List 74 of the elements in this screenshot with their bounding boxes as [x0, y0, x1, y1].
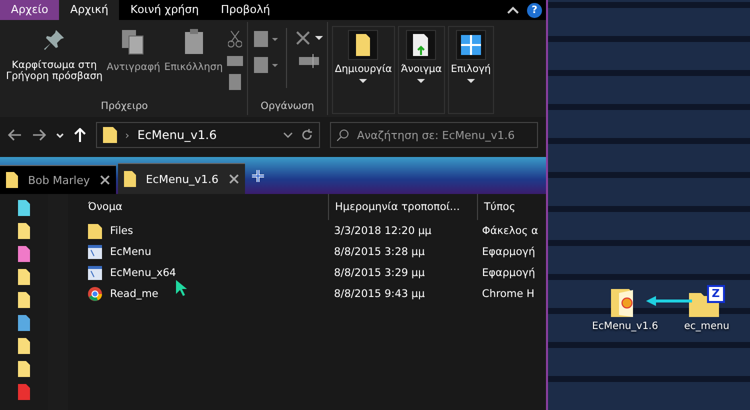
application-icon [88, 266, 102, 280]
dropdown-icon[interactable] [283, 132, 293, 138]
desktop-icon-label: EcMenu_v1.6 [592, 321, 658, 332]
grid-icon [460, 35, 481, 55]
help-button[interactable]: ? [527, 2, 542, 18]
application-icon [88, 244, 102, 258]
column-header[interactable]: Όνομα [84, 194, 329, 220]
forward-icon[interactable] [32, 129, 46, 141]
path-segment[interactable]: EcMenu_v1.6 [137, 128, 217, 142]
caret-icon [417, 79, 426, 83]
table-cell-text: Εφαρμογή [481, 246, 536, 258]
ribbon-tab[interactable]: Προβολή [210, 0, 282, 20]
refresh-icon[interactable] [301, 129, 313, 141]
ribbon-tab[interactable]: Αρχείο [0, 0, 60, 20]
column-header[interactable]: Τύπος [478, 194, 546, 220]
cursor-icon [176, 280, 188, 296]
ribbon-tab[interactable]: Αρχική [59, 0, 120, 20]
paste-button[interactable]: Επικόλληση [164, 28, 223, 101]
document-icon [356, 34, 370, 56]
table-cell-text: 8/8/2015 3:28 μμ [333, 246, 426, 258]
copy-button[interactable]: Αντιγραφή [106, 28, 160, 101]
folder-icon [124, 171, 136, 187]
table-cell-text: Φάκελος α [481, 224, 540, 236]
table-cell-text: 3/3/2018 12:20 μμ [333, 224, 432, 236]
copy-icon [120, 28, 146, 56]
scissors-icon[interactable] [228, 30, 242, 48]
caret-icon [359, 79, 368, 83]
caret-icon [466, 79, 475, 83]
file-name[interactable]: EcMenu_x64 [84, 266, 328, 280]
file-name[interactable]: EcMenu [84, 244, 328, 258]
tab[interactable]: Bob Marley [0, 165, 116, 194]
ribbon-tab[interactable]: Κοινή χρήση [119, 0, 210, 20]
table-cell-text: Chrome H [481, 288, 536, 300]
address-field[interactable]: › EcMenu_v1.6 [96, 122, 320, 148]
close-icon[interactable] [100, 175, 110, 185]
ribbon-button[interactable]: Άνοιγμα [398, 26, 445, 114]
pin-button[interactable]: Καρφίτσωμα στη Γρήγορη πρόσβαση [6, 28, 103, 101]
nav-item-icon[interactable] [18, 292, 30, 308]
ribbon-button[interactable]: Επιλογή [448, 26, 494, 114]
nav-item-icon[interactable] [18, 200, 30, 216]
back-icon[interactable] [8, 129, 22, 141]
nav-item-icon[interactable] [18, 315, 30, 331]
file-name[interactable]: Read_me [84, 286, 328, 300]
nav-item-icon[interactable] [18, 246, 30, 262]
recent-icon[interactable] [56, 132, 64, 138]
path-separator[interactable]: › [125, 128, 130, 142]
browser-icon [88, 286, 102, 300]
folder-icon [6, 172, 18, 188]
search-field[interactable]: Αναζήτηση σε: EcMenu_v1.6 [330, 122, 538, 148]
folder-icon [103, 127, 117, 143]
nav-item-icon[interactable] [18, 338, 30, 354]
new-tab-icon[interactable] [250, 168, 265, 182]
rename-icon[interactable] [298, 54, 319, 68]
up-icon[interactable] [74, 128, 86, 142]
ribbon-button[interactable]: Δημιουργία [332, 26, 395, 114]
nav-item-icon[interactable] [18, 269, 30, 285]
delete-icon[interactable] [294, 30, 323, 46]
collapse-icon[interactable] [507, 6, 519, 14]
search-icon [337, 129, 349, 141]
desktop-icon-label: ec_menu [684, 321, 730, 332]
group-label: Πρόχειρο [100, 101, 148, 114]
close-icon[interactable] [228, 174, 239, 184]
table-cell-text: 8/8/2015 9:43 μμ [333, 288, 426, 300]
nav-item-icon[interactable] [18, 223, 30, 239]
table-cell-text: Εφαρμογή [481, 266, 536, 278]
file-name[interactable]: Files [84, 222, 328, 238]
nav-item-icon[interactable] [18, 361, 30, 377]
group-label: Οργάνωση [260, 101, 314, 114]
tab[interactable]: EcMenu_v1.6 [118, 163, 245, 194]
column-header[interactable]: Ημερομηνία τροποποί... [329, 194, 478, 220]
arrow-drawing [646, 296, 692, 306]
table-cell-text: 8/8/2015 3:29 μμ [333, 266, 426, 278]
zip-badge: Z [706, 285, 725, 303]
folder-icon [88, 222, 102, 238]
